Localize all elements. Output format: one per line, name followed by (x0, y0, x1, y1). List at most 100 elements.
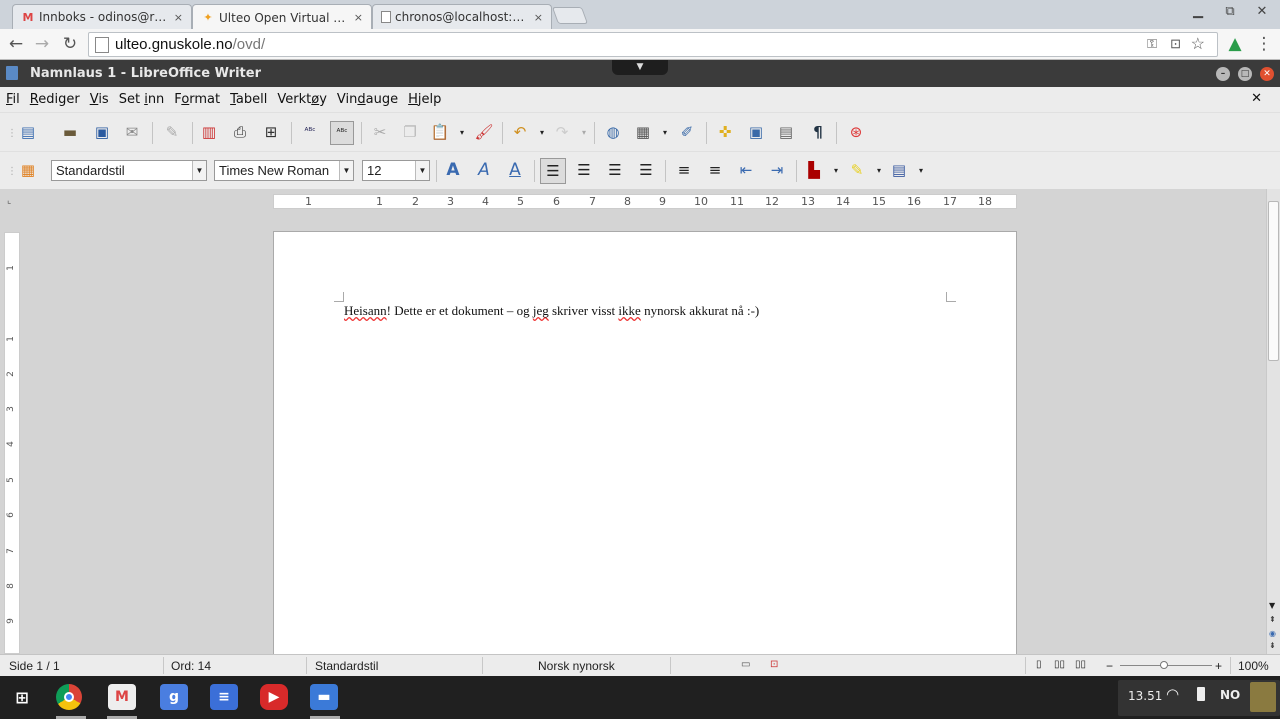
page-count[interactable]: Side 1 / 1 (9, 659, 60, 673)
menu-rediger[interactable]: Rediger (30, 92, 80, 107)
menu-set-inn[interactable]: Set inn (119, 92, 165, 107)
edit-mode-icon[interactable]: ✎ (162, 122, 182, 142)
tab-gmail[interactable]: M Innboks - odinos@randal × (12, 4, 192, 29)
close-icon[interactable]: × (354, 11, 363, 24)
key-icon[interactable]: ⚿ (1147, 36, 1157, 52)
zoom-level[interactable]: 100% (1238, 659, 1269, 673)
zoom-out-icon[interactable]: − (1106, 659, 1113, 673)
gallery-icon[interactable]: ▣ (746, 122, 766, 142)
google-search-icon[interactable]: g (160, 684, 188, 710)
horizontal-ruler[interactable]: 1 1 2 3 4 5 6 7 8 9 10 11 12 13 14 15 16 17 18 (273, 194, 1017, 209)
next-page-icon[interactable]: ⇟ (1269, 641, 1276, 650)
minimize-icon[interactable]: – (1216, 67, 1230, 81)
star-icon[interactable]: ☆ (1191, 34, 1205, 54)
font-color-icon[interactable]: ▙ (804, 160, 824, 180)
formatting-marks-icon[interactable]: ¶ (808, 122, 828, 142)
close-icon[interactable]: × (534, 11, 543, 24)
dropdown-handle-icon[interactable]: ▼ (612, 60, 668, 75)
previous-page-icon[interactable]: ⇞ (1269, 615, 1276, 624)
selection-mode-icon[interactable]: ▭ (741, 659, 750, 670)
bullets-icon[interactable]: ≡ (705, 160, 725, 180)
chevron-down-icon[interactable]: ▼ (339, 161, 353, 180)
export-pdf-icon[interactable]: ▥ (199, 122, 219, 142)
open-icon[interactable]: ▬ (60, 122, 80, 142)
paragraph-style-combo[interactable]: Standardstil ▼ (51, 160, 207, 181)
table-dropdown-icon[interactable]: ▾ (655, 122, 675, 142)
table-icon[interactable]: ▦ (633, 122, 653, 142)
data-sources-icon[interactable]: ▤ (776, 122, 796, 142)
align-left-icon[interactable]: ☰ (540, 158, 566, 184)
docs-icon[interactable]: ≡ (210, 684, 238, 710)
scrollbar-thumb[interactable] (1268, 201, 1279, 361)
align-center-icon[interactable]: ☰ (574, 160, 594, 180)
drive-icon[interactable]: ▲ (1225, 34, 1245, 54)
justify-icon[interactable]: ☰ (636, 160, 656, 180)
menu-vindauge[interactable]: Vindauge (337, 92, 398, 107)
navigation-icon[interactable]: ◉ (1269, 629, 1276, 638)
close-icon[interactable]: ✕ (1260, 67, 1274, 81)
menu-verktoy[interactable]: Verktøy (277, 92, 327, 107)
close-window-icon[interactable]: ✕ (1252, 4, 1272, 19)
maximize-icon[interactable]: ⧉ (1220, 4, 1240, 19)
italic-icon[interactable]: A (474, 160, 494, 180)
background-color-dropdown-icon[interactable]: ▾ (911, 160, 931, 180)
chrome-icon[interactable] (56, 684, 82, 710)
word-count[interactable]: Ord: 14 (171, 659, 211, 673)
menu-hjelp[interactable]: Hjelp (408, 92, 441, 107)
styles-icon[interactable]: ▦ (18, 160, 38, 180)
clock[interactable]: 13.51 (1128, 689, 1162, 703)
back-icon[interactable]: ← (6, 34, 26, 54)
paste-dropdown-icon[interactable]: ▾ (452, 122, 472, 142)
zoom-in-icon[interactable]: + (1215, 659, 1222, 673)
help-icon[interactable]: ⊛ (846, 122, 866, 142)
align-right-icon[interactable]: ☰ (605, 160, 625, 180)
new-tab-button[interactable] (551, 7, 589, 24)
document-text[interactable]: Heisann! Dette er et dokument – og jeg s… (344, 303, 759, 319)
single-page-view-icon[interactable]: ▯ (1036, 659, 1042, 670)
navigator-icon[interactable]: ✜ (715, 122, 735, 142)
input-method[interactable]: NO (1220, 688, 1240, 702)
youtube-icon[interactable]: ▶ (260, 684, 288, 710)
font-name-combo[interactable]: Times New Roman ▼ (214, 160, 354, 181)
translate-icon[interactable]: ⊡ (1170, 36, 1181, 52)
vertical-scrollbar[interactable]: ▼ ⇞ ◉ ⇟ (1266, 189, 1280, 654)
underline-icon[interactable]: A (505, 160, 525, 180)
decrease-indent-icon[interactable]: ⇤ (736, 160, 756, 180)
highlighting-dropdown-icon[interactable]: ▾ (869, 160, 889, 180)
increase-indent-icon[interactable]: ⇥ (767, 160, 787, 180)
cut-icon[interactable]: ✂ (370, 122, 390, 142)
address-bar[interactable]: ulteo.gnuskole.no/ovd/ ⚿ ⊡ ☆ (88, 32, 1218, 57)
redo-dropdown-icon[interactable]: ▾ (574, 122, 594, 142)
book-view-icon[interactable]: ▯▯ (1075, 659, 1086, 670)
hyperlink-icon[interactable]: ◍ (603, 122, 623, 142)
clone-formatting-icon[interactable]: 🖌 (474, 122, 494, 142)
new-document-icon[interactable]: ▤ (18, 122, 38, 142)
font-size-combo[interactable]: 12 ▼ (362, 160, 430, 181)
page-style[interactable]: Standardstil (315, 659, 378, 673)
tab-stop-icon[interactable]: ⌞ (7, 196, 11, 206)
spellcheck-icon[interactable]: ᴬᴮᶜ (300, 122, 320, 142)
menu-fil[interactable]: Fil (6, 92, 20, 107)
menu-vis[interactable]: Vis (90, 92, 109, 107)
print-icon[interactable]: ⎙ (230, 122, 250, 142)
maximize-icon[interactable]: □ (1238, 67, 1252, 81)
app-launcher-icon[interactable]: ⊞ (8, 684, 36, 710)
vertical-ruler[interactable]: 1 1 2 3 4 5 6 7 8 9 (4, 232, 20, 654)
scroll-down-icon[interactable]: ▼ (1269, 601, 1275, 610)
copy-icon[interactable]: ❐ (400, 122, 420, 142)
undo-icon[interactable]: ↶ (510, 122, 530, 142)
document-page[interactable] (273, 231, 1017, 661)
highlighting-icon[interactable]: ✎ (847, 160, 867, 180)
close-icon[interactable]: × (174, 11, 183, 24)
undo-dropdown-icon[interactable]: ▾ (532, 122, 552, 142)
menu-tabell[interactable]: Tabell (230, 92, 267, 107)
gmail-app-icon[interactable]: M (108, 684, 136, 710)
autospellcheck-icon[interactable]: ᴬᴮᶜ (330, 121, 354, 145)
bold-icon[interactable]: A (443, 160, 463, 180)
tab-ulteo[interactable]: ✦ Ulteo Open Virtual Deskt × (192, 4, 372, 30)
language[interactable]: Norsk nynorsk (538, 659, 615, 673)
numbering-icon[interactable]: ≡ (674, 160, 694, 180)
print-preview-icon[interactable]: ⊞ (261, 122, 281, 142)
avatar[interactable] (1250, 682, 1276, 712)
chevron-down-icon[interactable]: ▼ (192, 161, 206, 180)
